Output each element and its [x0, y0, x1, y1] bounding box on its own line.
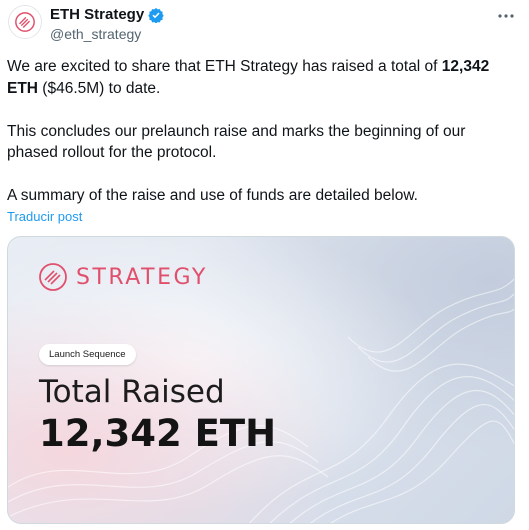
verified-badge-icon: [148, 7, 164, 23]
media-image[interactable]: STRATEGY Launch Sequence Total Raised 12…: [7, 236, 515, 524]
tweet-p1-prefix: We are excited to share that ETH Strateg…: [7, 58, 442, 75]
tweet-paragraph-1: We are excited to share that ETH Strateg…: [7, 56, 517, 99]
author-info: ETH Strategy @eth_strategy: [50, 6, 164, 42]
handle[interactable]: @eth_strategy: [50, 26, 164, 42]
tweet-p1-suffix: ($46.5M) to date.: [38, 79, 161, 97]
media-amount: 12,342 ETH: [39, 412, 277, 455]
translate-post-link[interactable]: Traducir post: [7, 209, 82, 224]
more-options-icon[interactable]: [497, 6, 515, 24]
display-name[interactable]: ETH Strategy: [50, 6, 144, 23]
brand-name: STRATEGY: [76, 264, 208, 290]
brand-logo: STRATEGY: [38, 262, 208, 292]
tweet-paragraph-2: This concludes our prelaunch raise and m…: [7, 122, 466, 162]
avatar[interactable]: [8, 5, 42, 39]
tweet-paragraph-3: A summary of the raise and use of funds …: [7, 187, 418, 204]
strategy-logo-icon: [15, 12, 35, 32]
strategy-logo-icon: [39, 263, 67, 291]
media-title: Total Raised: [39, 374, 225, 410]
launch-sequence-badge: Launch Sequence: [39, 344, 136, 365]
tweet-text: We are excited to share that ETH Strateg…: [7, 56, 517, 207]
